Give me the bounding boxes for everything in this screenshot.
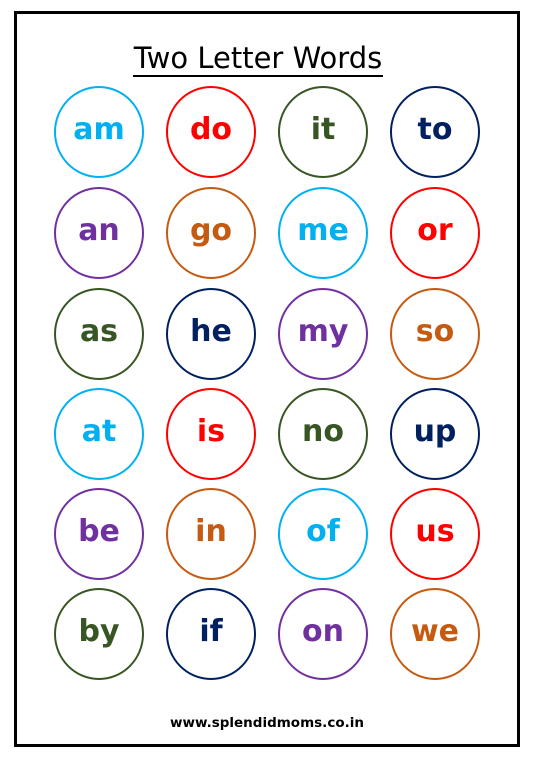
word-bubble-as: as xyxy=(54,288,144,380)
word-text: in xyxy=(195,514,227,549)
word-text: he xyxy=(190,314,232,349)
word-text: am xyxy=(73,112,125,147)
word-bubble-is: is xyxy=(166,388,256,480)
word-text: go xyxy=(189,213,233,248)
word-text: we xyxy=(410,614,460,649)
word-bubble-am: am xyxy=(54,86,144,178)
word-text: an xyxy=(78,213,120,248)
word-bubble-us: us xyxy=(390,488,480,580)
word-bubble-up: up xyxy=(390,388,480,480)
word-bubble-be: be xyxy=(54,488,144,580)
word-text: up xyxy=(413,414,457,449)
word-text: be xyxy=(78,514,120,549)
word-text: as xyxy=(79,314,119,349)
word-text: at xyxy=(81,414,117,449)
word-bubble-he: he xyxy=(166,288,256,380)
word-text: no xyxy=(302,414,344,449)
word-text: or xyxy=(417,213,453,248)
word-bubble-no: no xyxy=(278,388,368,480)
word-text: us xyxy=(415,514,455,549)
word-bubble-of: of xyxy=(278,488,368,580)
word-text: do xyxy=(189,112,233,147)
word-bubble-by: by xyxy=(54,588,144,680)
word-bubble-at: at xyxy=(54,388,144,480)
word-text: on xyxy=(302,614,344,649)
word-text: it xyxy=(310,112,336,147)
page-title: Two Letter Words xyxy=(0,40,516,77)
word-bubble-to: to xyxy=(390,86,480,178)
word-bubble-or: or xyxy=(390,187,480,279)
word-bubble-so: so xyxy=(390,288,480,380)
word-bubble-me: me xyxy=(278,187,368,279)
word-bubble-it: it xyxy=(278,86,368,178)
word-bubble-in: in xyxy=(166,488,256,580)
word-bubble-on: on xyxy=(278,588,368,680)
word-text: is xyxy=(196,414,226,449)
word-text: of xyxy=(306,514,340,549)
website-footer: www.splendidmoms.co.in xyxy=(170,715,364,731)
word-bubble-my: my xyxy=(278,288,368,380)
page-title-text: Two Letter Words xyxy=(132,41,384,77)
word-text: me xyxy=(297,213,349,248)
word-bubble-we: we xyxy=(390,588,480,680)
word-bubble-do: do xyxy=(166,86,256,178)
word-text: to xyxy=(417,112,453,147)
word-bubble-go: go xyxy=(166,187,256,279)
word-text: if xyxy=(199,614,223,649)
word-bubble-an: an xyxy=(54,187,144,279)
word-bubble-if: if xyxy=(166,588,256,680)
word-text: by xyxy=(78,614,120,649)
word-text: so xyxy=(415,314,455,349)
word-text: my xyxy=(297,314,349,349)
